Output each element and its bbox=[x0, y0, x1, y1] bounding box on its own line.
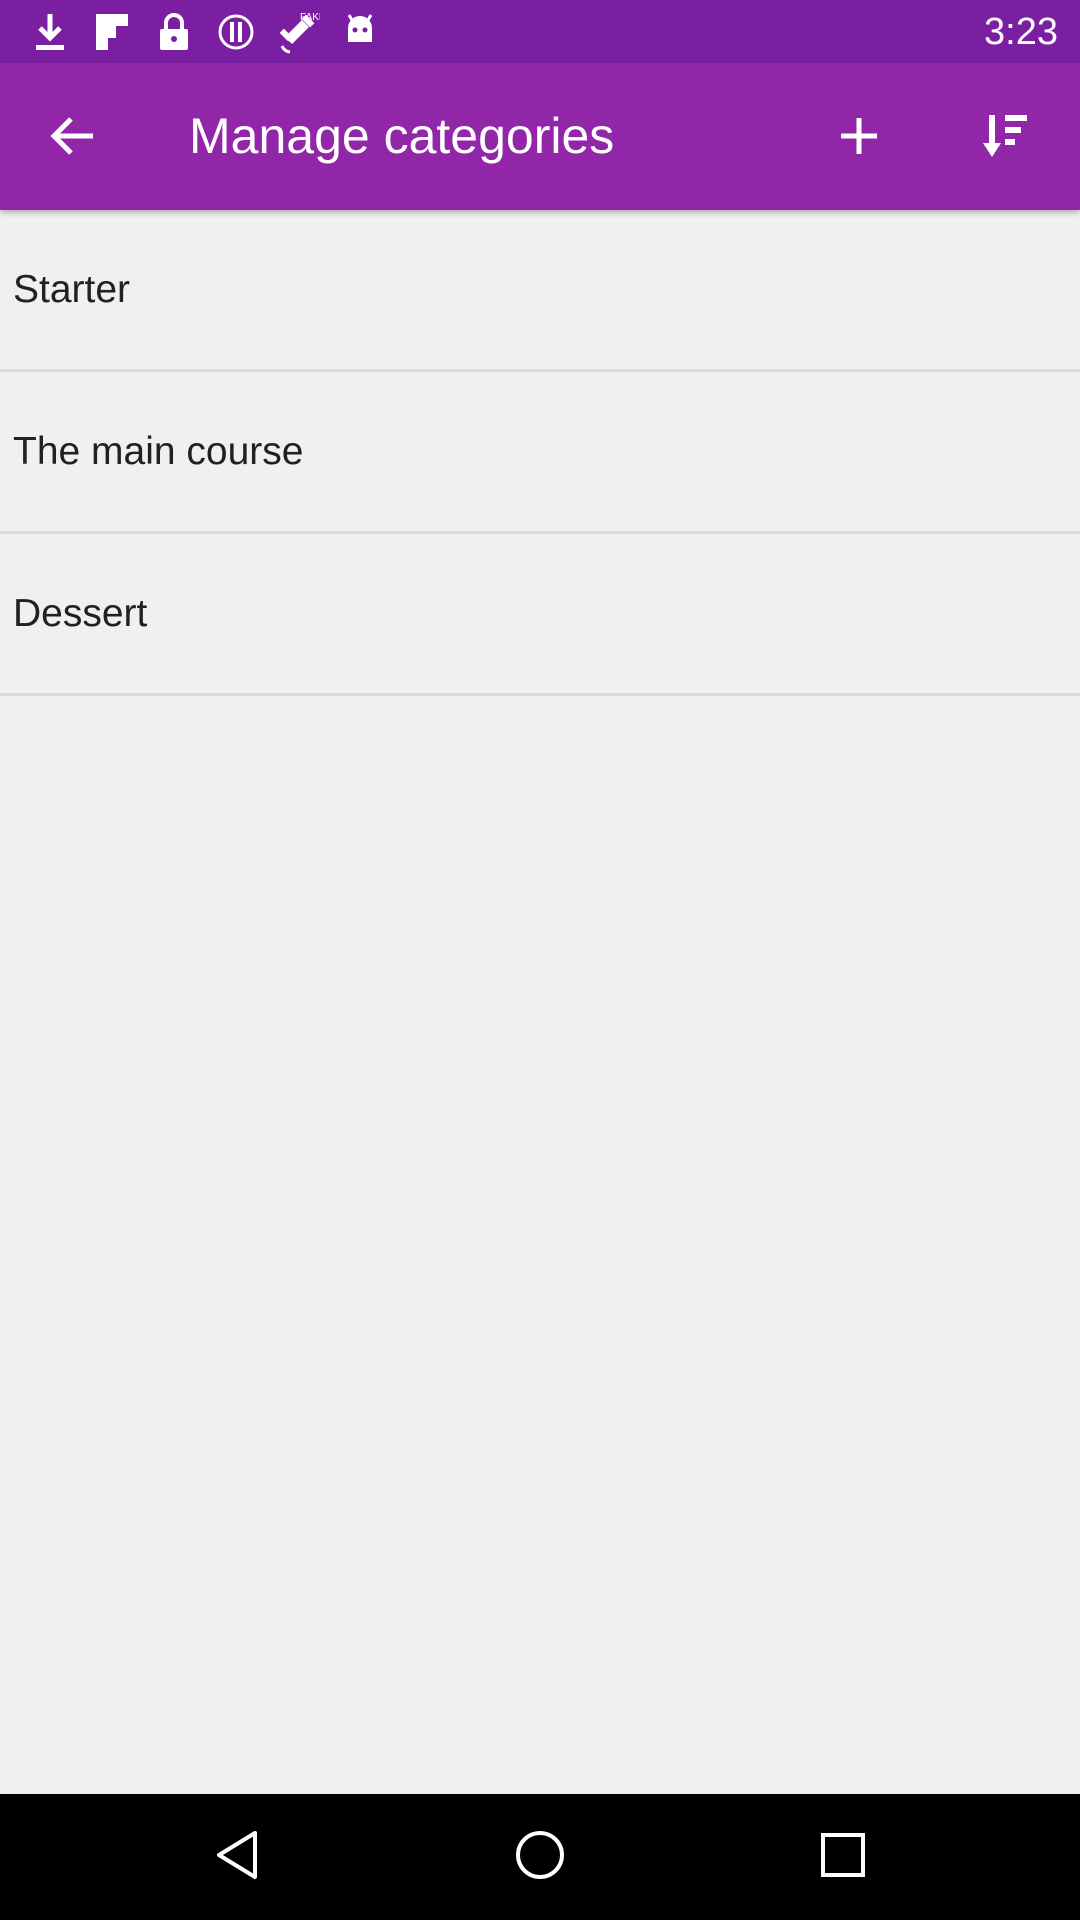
category-item[interactable]: The main course bbox=[0, 372, 1080, 534]
add-category-button[interactable] bbox=[815, 94, 903, 182]
category-list: Starter The main course Dessert bbox=[0, 210, 1080, 696]
category-label: The main course bbox=[13, 429, 304, 473]
app-bar: Manage categories bbox=[0, 63, 1080, 210]
lock-icon bbox=[152, 10, 196, 54]
satellite-icon: FAKE bbox=[276, 10, 320, 54]
info-icon bbox=[214, 10, 258, 54]
nav-home-icon bbox=[514, 1829, 566, 1886]
back-button[interactable] bbox=[28, 94, 116, 182]
svg-text:FAKE: FAKE bbox=[300, 12, 320, 23]
add-icon bbox=[839, 116, 879, 161]
download-icon bbox=[28, 10, 72, 54]
status-bar: FAKE 3:23 bbox=[0, 0, 1080, 63]
nav-back-icon bbox=[213, 1829, 261, 1886]
flipboard-icon bbox=[90, 10, 134, 54]
category-item[interactable]: Dessert bbox=[0, 534, 1080, 696]
screen: FAKE 3:23 Manage cate bbox=[0, 0, 1080, 1920]
sort-button[interactable] bbox=[962, 94, 1050, 182]
nav-back-button[interactable] bbox=[197, 1817, 277, 1897]
category-item[interactable]: Starter bbox=[0, 210, 1080, 372]
category-label: Starter bbox=[13, 267, 131, 311]
android-icon bbox=[338, 10, 382, 54]
navigation-bar bbox=[0, 1794, 1080, 1920]
status-time: 3:23 bbox=[984, 11, 1058, 53]
category-label: Dessert bbox=[13, 591, 148, 635]
sort-icon bbox=[983, 113, 1029, 164]
arrow-back-icon bbox=[49, 116, 95, 161]
nav-recent-button[interactable] bbox=[803, 1817, 883, 1897]
nav-recent-icon bbox=[820, 1832, 866, 1883]
nav-home-button[interactable] bbox=[500, 1817, 580, 1897]
status-icons: FAKE bbox=[28, 10, 382, 54]
page-title: Manage categories bbox=[189, 108, 615, 164]
